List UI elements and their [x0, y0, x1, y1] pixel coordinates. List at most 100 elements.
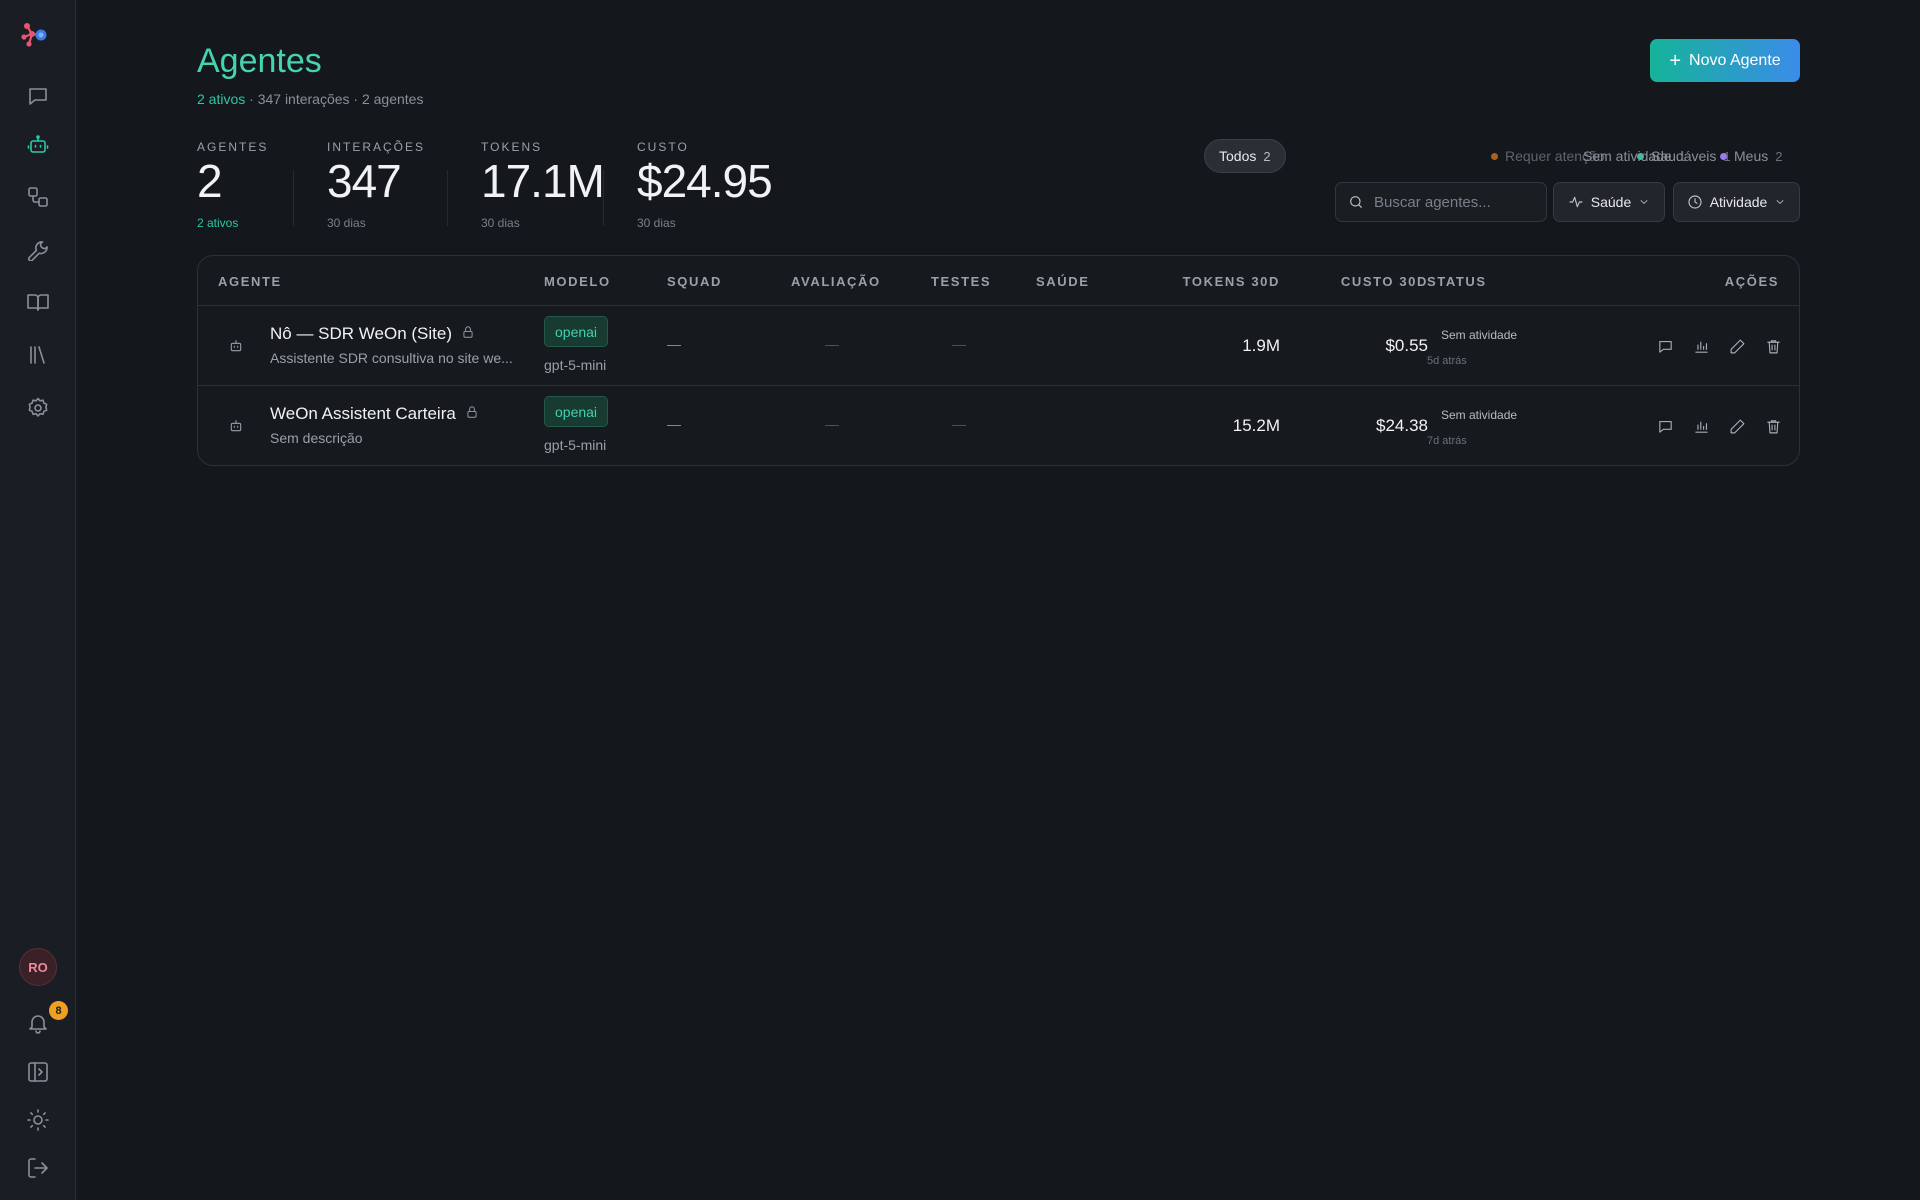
column-header-rating[interactable]: AVALIAÇÃO: [791, 274, 881, 289]
sidebar-item-knowledge[interactable]: [20, 284, 56, 320]
stat-label: TOKENS: [481, 140, 543, 154]
model-name: gpt-5-mini: [544, 357, 607, 373]
cost-cell: $24.38: [1376, 416, 1428, 435]
stat-value: 2: [197, 155, 223, 207]
chip-count: 1: [1678, 148, 1686, 164]
search-icon: [1350, 196, 1362, 208]
squad-cell: —: [667, 416, 681, 432]
sidebar-item-logout[interactable]: [20, 1150, 56, 1186]
provider-badge: openai: [544, 316, 609, 347]
search-input[interactable]: [1374, 193, 1534, 211]
chat-button[interactable]: [1655, 336, 1675, 356]
column-header-squad[interactable]: SQUAD: [667, 274, 722, 289]
column-header-status[interactable]: STATUS: [1427, 274, 1487, 289]
chevron-down-icon: [1776, 200, 1784, 204]
sidebar-item-workflows[interactable]: [20, 179, 56, 215]
bar-chart-icon: [1694, 421, 1708, 433]
search-box: [1335, 182, 1547, 222]
gear-icon: [28, 397, 48, 417]
column-header-agent[interactable]: AGENTE: [218, 274, 282, 289]
page-subtitle: 2 ativos · 347 interações · 2 agentes: [197, 91, 423, 107]
rating-cell: —: [825, 336, 839, 352]
stat-sub: 30 dias: [481, 216, 520, 230]
table-row[interactable]: Nô — SDR WeOn (Site) Assistente SDR cons…: [198, 305, 1799, 385]
stat-value: 17.1M: [481, 155, 605, 207]
agent-description: Sem descrição: [270, 430, 363, 446]
filter-chip-all[interactable]: Todos 2: [1204, 139, 1286, 173]
clock-icon: [1688, 195, 1702, 209]
stat-label: INTERAÇÕES: [327, 140, 426, 154]
bar-chart-icon: [1694, 341, 1708, 353]
bot-icon: [228, 338, 244, 354]
book-icon: [27, 294, 49, 311]
filter-chip-mine[interactable]: Meus 2: [1720, 139, 1796, 173]
column-header-health[interactable]: SAÚDE: [1036, 274, 1090, 289]
page-title: Agentes: [197, 42, 322, 80]
plus-icon: +: [1669, 49, 1682, 72]
squad-cell: —: [667, 336, 681, 352]
chat-icon: [29, 88, 47, 105]
chat-icon: [1658, 420, 1672, 433]
avatar[interactable]: RO: [19, 948, 57, 986]
analytics-button[interactable]: [1691, 336, 1711, 356]
stat-sub: 2 ativos: [197, 216, 239, 230]
chevron-down-icon: [1640, 200, 1648, 204]
bell-icon: [29, 1015, 47, 1034]
agent-name-text: Nô — SDR WeOn (Site): [270, 324, 453, 343]
lock-icon: [461, 324, 475, 344]
stat-cost: CUSTO $24.95 30 dias: [637, 140, 773, 230]
wrench-icon: [28, 241, 48, 261]
status-dot: [1491, 152, 1498, 160]
last-activity: 5d atrás: [1427, 355, 1467, 367]
activity-pulse-icon: [1569, 196, 1583, 208]
bot-icon: [228, 418, 244, 434]
stat-label: CUSTO: [637, 140, 689, 154]
table-row[interactable]: WeOn Assistent Carteira Sem descrição op…: [198, 385, 1799, 465]
column-header-tests[interactable]: TESTES: [931, 274, 991, 289]
stat-value: 347: [327, 155, 402, 207]
sidebar-item-chat[interactable]: [20, 78, 56, 114]
agent-name[interactable]: WeOn Assistent Carteira: [270, 404, 479, 424]
chat-button[interactable]: [1655, 416, 1675, 436]
new-agent-button[interactable]: + Novo Agente: [1650, 39, 1800, 82]
chip-label: Meus: [1734, 148, 1769, 164]
edit-button[interactable]: [1727, 416, 1747, 436]
sidebar-item-toggle-panel[interactable]: [20, 1054, 56, 1090]
activity-dropdown[interactable]: Atividade: [1673, 182, 1800, 222]
agent-name-text: WeOn Assistent Carteira: [270, 404, 456, 423]
stat-sub: 30 dias: [637, 216, 676, 230]
tests-cell: —: [952, 336, 966, 352]
column-header-tokens[interactable]: TOKENS 30D: [1150, 274, 1280, 289]
library-icon: [30, 346, 45, 364]
agent-name[interactable]: Nô — SDR WeOn (Site): [270, 324, 475, 344]
logo-icon[interactable]: [18, 18, 50, 50]
edit-button[interactable]: [1727, 336, 1747, 356]
delete-button[interactable]: [1763, 416, 1783, 436]
sidebar-item-tools[interactable]: [20, 231, 56, 267]
sidebar-item-theme[interactable]: [20, 1102, 56, 1138]
sidebar-item-settings[interactable]: [20, 390, 56, 426]
sun-icon: [27, 1109, 49, 1131]
trash-icon: [1766, 339, 1780, 353]
chat-icon: [1658, 340, 1672, 353]
column-header-cost[interactable]: CUSTO 30D: [1298, 274, 1428, 289]
health-dropdown[interactable]: Saúde: [1553, 182, 1665, 222]
tokens-cell: 1.9M: [1242, 336, 1280, 355]
sidebar: RO 8: [0, 0, 76, 1200]
stat-value: $24.95: [637, 155, 773, 207]
provider-badge: openai: [544, 396, 609, 427]
stat-divider: [447, 170, 448, 226]
sidebar-item-agents[interactable]: [20, 127, 56, 163]
sidebar-item-library[interactable]: [20, 337, 56, 373]
column-header-model[interactable]: MODELO: [544, 274, 611, 289]
filter-chip-no-activity[interactable]: Sem atividade 1: [1583, 139, 1700, 173]
delete-button[interactable]: [1763, 336, 1783, 356]
activity-dropdown-label: Atividade: [1709, 194, 1768, 210]
status-text: Sem atividade: [1441, 328, 1518, 342]
stat-tokens: TOKENS 17.1M 30 dias: [481, 140, 605, 230]
workflow-icon: [28, 187, 48, 207]
analytics-button[interactable]: [1691, 416, 1711, 436]
lock-icon: [465, 404, 479, 424]
status-text: Sem atividade: [1441, 408, 1518, 422]
rating-cell: —: [825, 416, 839, 432]
